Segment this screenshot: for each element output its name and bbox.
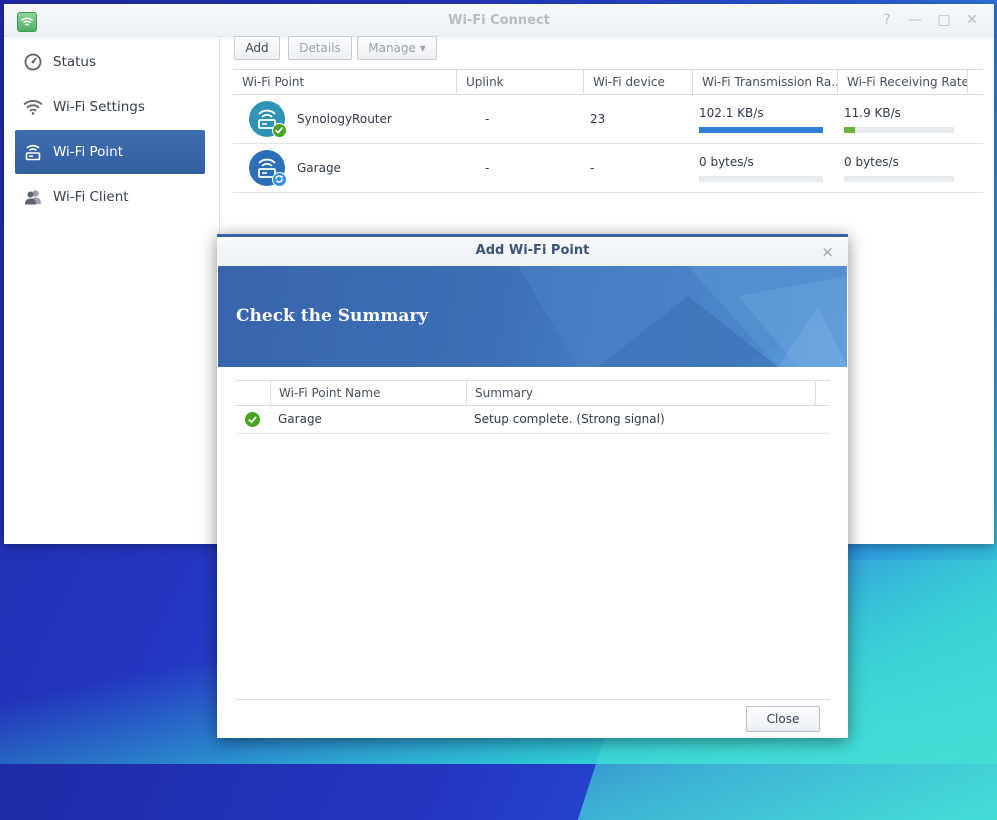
- summary-table: Wi-Fi Point Name Summary Garage Setup co…: [235, 380, 830, 434]
- wifi-point-name: Garage: [297, 161, 341, 175]
- table-row[interactable]: Garage - - 0 bytes/s 0 bytes/s: [233, 144, 983, 193]
- rx-rate-bar: [844, 176, 954, 182]
- sidebar-item-label: Wi-Fi Point: [53, 144, 124, 160]
- wifi-icon: [23, 97, 43, 117]
- sidebar-item-status[interactable]: Status: [15, 40, 205, 84]
- column-header-point-name[interactable]: Wi-Fi Point Name: [270, 381, 466, 405]
- status-column-header: [235, 381, 270, 405]
- uplink-value: -: [485, 161, 490, 175]
- device-count: -: [590, 161, 595, 175]
- sidebar: Status Wi-Fi Settings Wi-Fi Point Wi-Fi …: [4, 36, 220, 544]
- rx-rate-value: 0 bytes/s: [844, 155, 899, 169]
- column-header-wifi-point[interactable]: Wi-Fi Point: [233, 70, 456, 94]
- column-header-receiving-rate[interactable]: Wi-Fi Receiving Rate: [837, 70, 967, 94]
- uplink-value: -: [485, 112, 490, 126]
- sidebar-item-label: Status: [53, 54, 97, 70]
- column-header-wifi-device[interactable]: Wi-Fi device: [583, 70, 692, 94]
- point-name: Garage: [278, 412, 322, 426]
- banner-title: Check the Summary: [236, 306, 429, 326]
- maximize-icon[interactable]: □: [936, 12, 952, 28]
- add-wifi-point-dialog: Add Wi-Fi Point × Check the Summary Wi-F…: [217, 234, 848, 738]
- wifi-point-name: SynologyRouter: [297, 112, 392, 126]
- tx-rate-bar-fill: [699, 127, 823, 133]
- table-row[interactable]: SynologyRouter - 23 102.1 KB/s 11.9 KB/s: [233, 95, 983, 144]
- tx-rate-value: 0 bytes/s: [699, 155, 754, 169]
- wifi-point-table: Wi-Fi Point Uplink Wi-Fi device Wi-Fi Tr…: [233, 69, 983, 193]
- tx-rate-bar: [699, 127, 823, 133]
- close-button[interactable]: Close: [746, 706, 820, 732]
- column-header-transmission-rate[interactable]: Wi-Fi Transmission Ra...: [692, 70, 837, 94]
- tx-rate-value: 102.1 KB/s: [699, 106, 764, 120]
- column-header-uplink[interactable]: Uplink: [456, 70, 583, 94]
- sidebar-item-label: Wi-Fi Client: [53, 189, 129, 205]
- router-wifi-icon: [23, 142, 43, 162]
- manage-dropdown-button[interactable]: Manage ▾: [357, 36, 437, 60]
- sidebar-item-wifi-point[interactable]: Wi-Fi Point: [15, 130, 205, 174]
- column-header-summary[interactable]: Summary: [466, 381, 815, 405]
- dialog-footer-divider: [235, 699, 830, 700]
- check-badge-icon: [272, 123, 287, 138]
- sidebar-item-wifi-settings[interactable]: Wi-Fi Settings: [15, 85, 205, 129]
- rx-rate-bar-fill: [844, 127, 855, 133]
- rx-rate-value: 11.9 KB/s: [844, 106, 901, 120]
- help-icon[interactable]: ?: [879, 12, 895, 28]
- gauge-icon: [23, 52, 43, 72]
- summary-text: Setup complete. (Strong signal): [474, 412, 665, 426]
- device-count: 23: [590, 112, 606, 126]
- table-header: Wi-Fi Point Uplink Wi-Fi device Wi-Fi Tr…: [233, 69, 983, 95]
- dialog-close-icon[interactable]: ×: [821, 243, 834, 261]
- table-row[interactable]: Garage Setup complete. (Strong signal): [235, 406, 830, 434]
- column-header-spacer: [967, 70, 983, 94]
- details-button[interactable]: Details: [288, 36, 352, 60]
- tx-rate-bar: [699, 176, 823, 182]
- sidebar-item-label: Wi-Fi Settings: [53, 99, 145, 115]
- summary-table-header: Wi-Fi Point Name Summary: [235, 380, 830, 406]
- dialog-banner: Check the Summary: [218, 266, 847, 367]
- window-titlebar[interactable]: Wi-Fi Connect ? — □ ✕: [4, 4, 994, 37]
- window-title: Wi-Fi Connect: [448, 13, 550, 28]
- column-header-spacer: [815, 381, 830, 405]
- window-close-icon[interactable]: ✕: [964, 12, 980, 28]
- minimize-icon[interactable]: —: [907, 12, 923, 28]
- users-icon: [23, 187, 43, 207]
- add-button[interactable]: Add: [234, 36, 280, 60]
- sidebar-item-wifi-client[interactable]: Wi-Fi Client: [15, 175, 205, 219]
- dialog-title: Add Wi-Fi Point: [217, 237, 848, 266]
- rx-rate-bar: [844, 127, 954, 133]
- success-check-icon: [245, 412, 260, 427]
- sync-badge-icon: [272, 172, 287, 187]
